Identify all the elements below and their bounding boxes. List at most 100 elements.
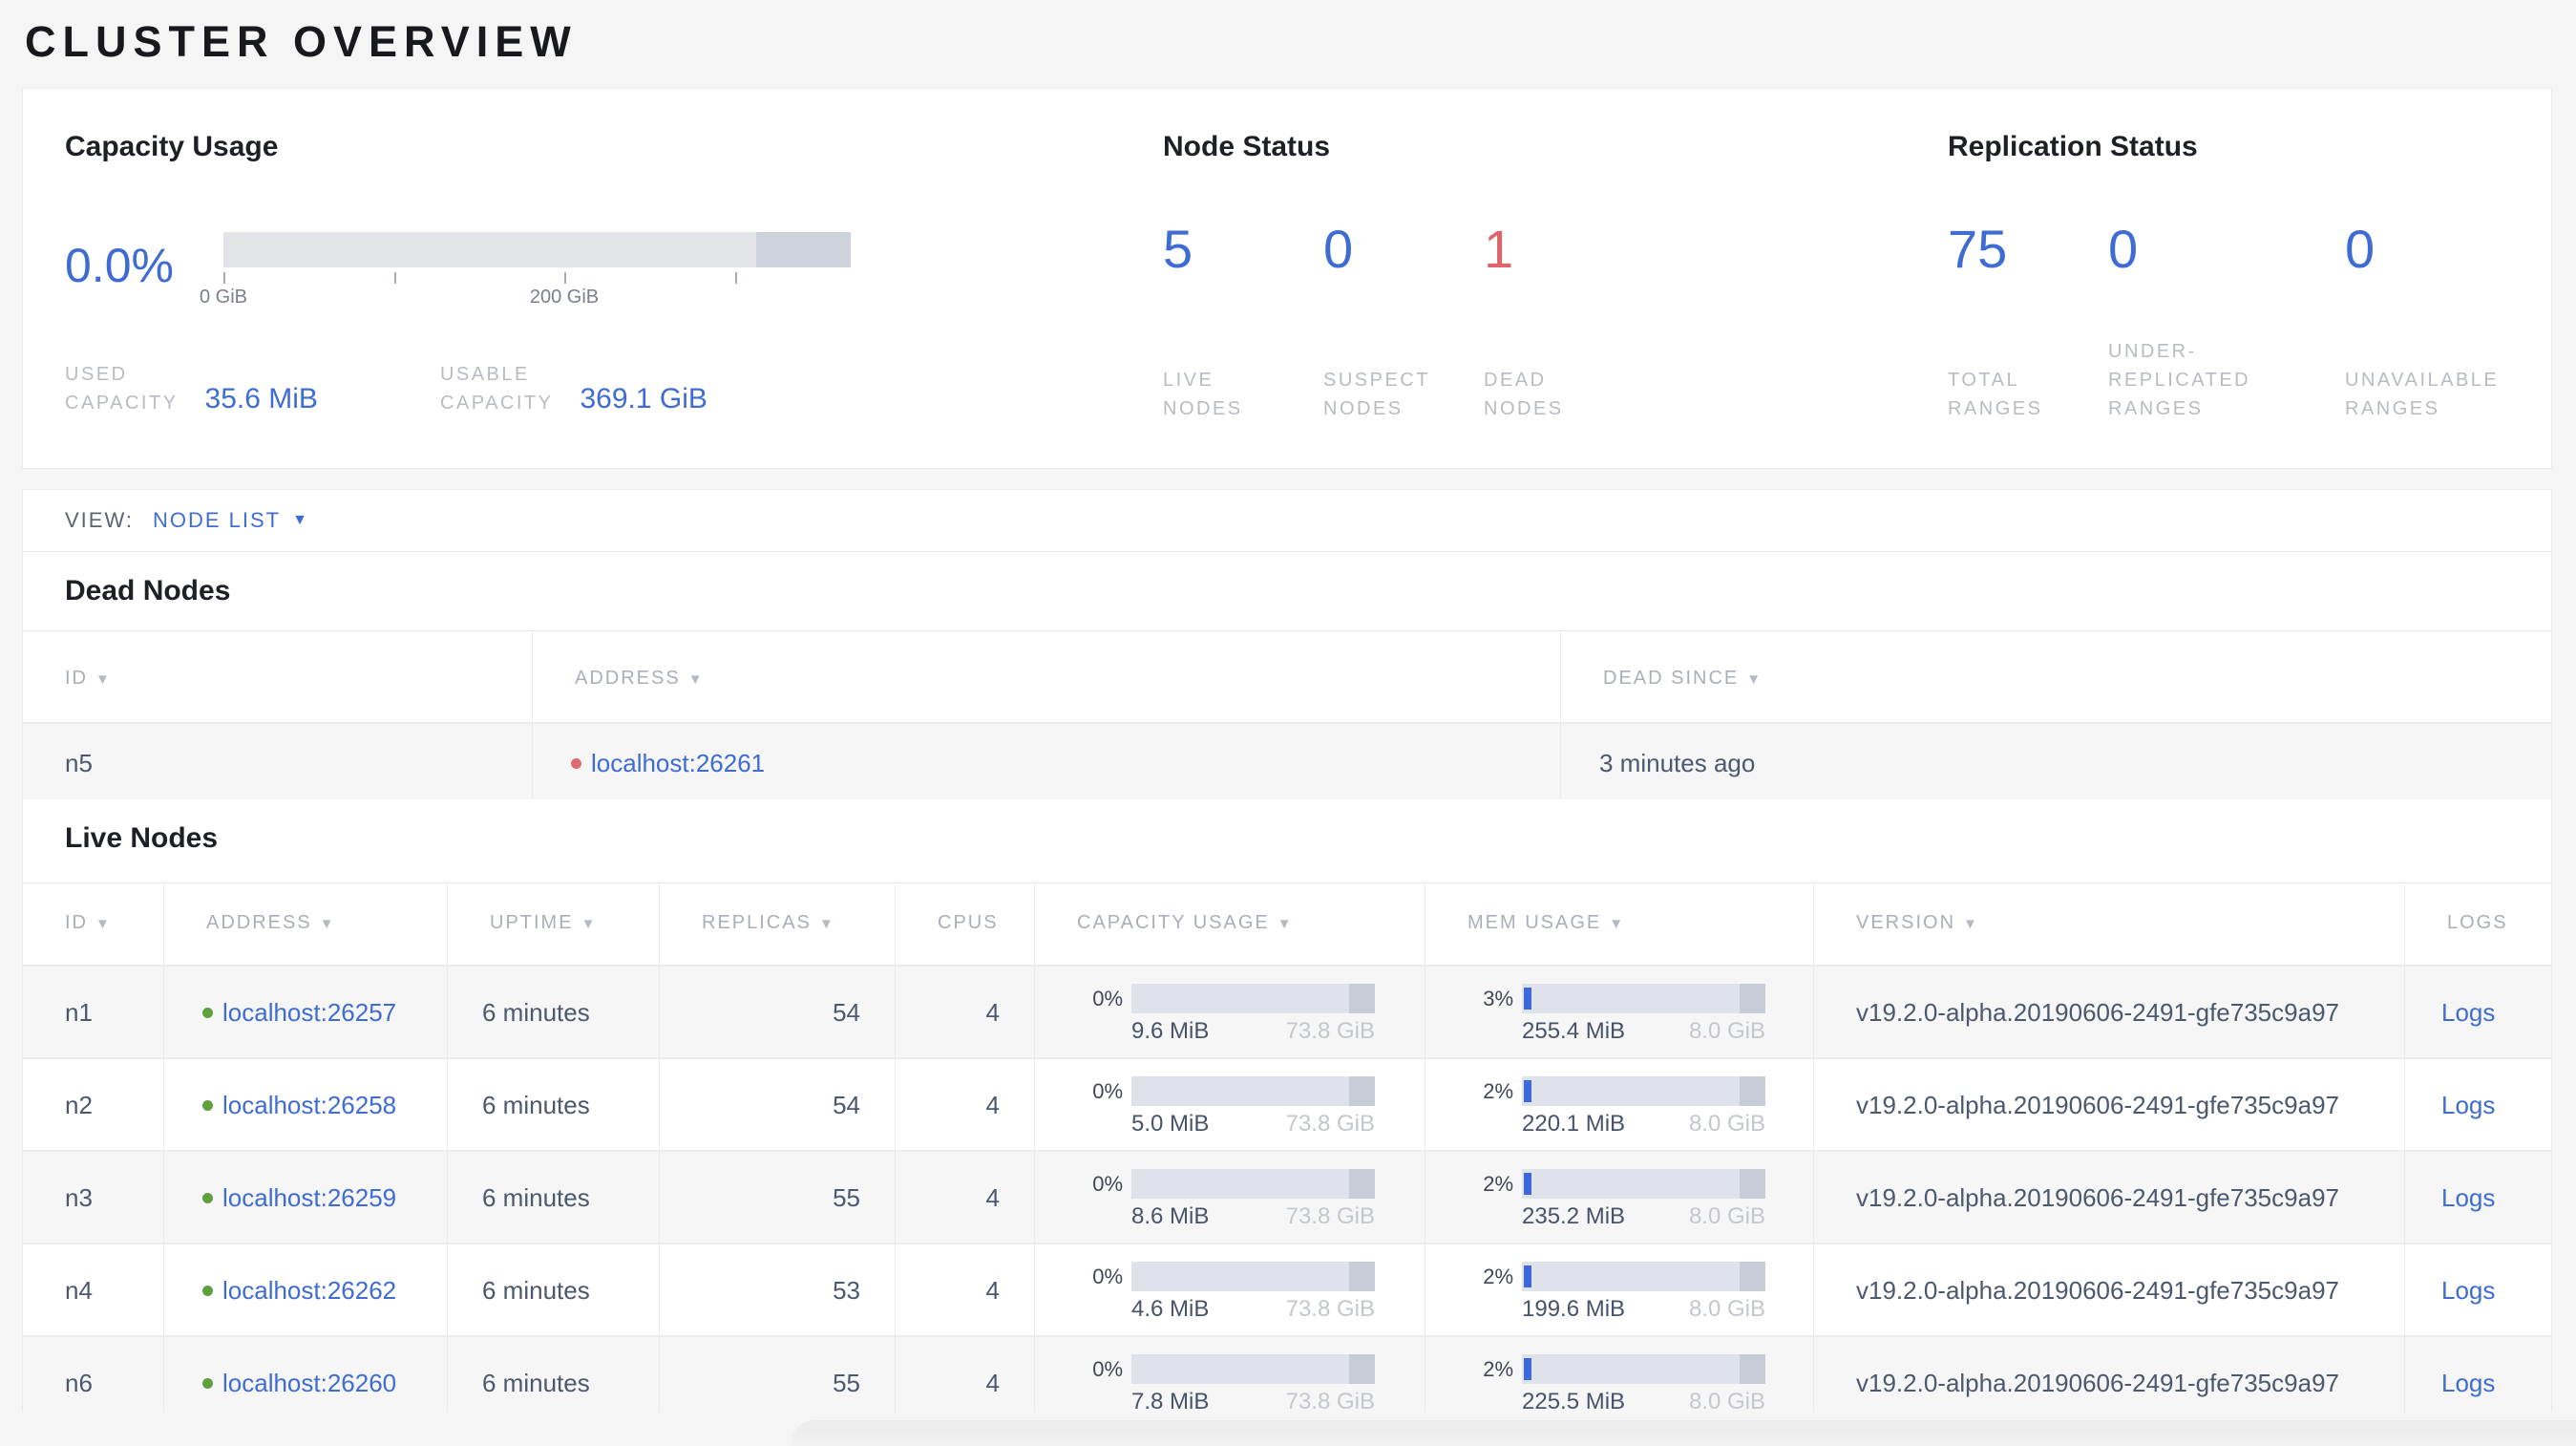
table-row: n4 localhost:26262 6 minutes 53 4 0% 4.6 MiB 73… [23,1243,2551,1335]
cpus-cell: 4 [896,1058,1035,1150]
logs-link[interactable]: Logs [2441,1091,2495,1119]
address-cell: localhost:26261 [533,723,1561,799]
memory-usage-percent: 2% [1483,1357,1513,1381]
dead-since-cell: 3 minutes ago [1561,723,2551,799]
node-status-stat: 0 SUSPECT NODES [1323,223,1484,423]
address-cell: localhost:26257 [164,966,448,1057]
used-capacity-label: USED CAPACITY [65,364,179,414]
node-id-cell: n3 [23,1151,164,1243]
column-header-label: VERSION [1856,912,1956,933]
memory-usage-bar [1522,1262,1765,1291]
sort-desc-icon: ▼ [319,916,336,932]
sort-desc-icon: ▼ [581,916,598,932]
logs-link[interactable]: Logs [2441,1183,2495,1212]
logs-cell: Logs [2405,1151,2551,1243]
sort-desc-icon: ▼ [95,916,112,932]
capacity-used-value: 9.6 MiB [1131,1018,1210,1044]
dead-status-dot-icon [571,758,581,769]
address-link[interactable]: localhost:26257 [222,998,396,1028]
cpus-cell: 4 [896,966,1035,1057]
capacity-used-value: 4.6 MiB [1131,1296,1210,1322]
live-status-dot-icon [202,1286,213,1296]
memory-usage-bar-dark-segment [1740,1262,1765,1291]
capacity-gauge: 0 GiB 200 GiB [200,232,851,309]
column-header-version[interactable]: VERSION ▼ [1814,883,2405,965]
live-nodes-table-body: n1 localhost:26257 6 minutes 54 4 0% 9.6 MiB 73… [23,965,2551,1413]
cpus-cell: 4 [896,1336,1035,1413]
memory-usage-bar-dark-segment [1740,1169,1765,1199]
replicas-cell: 53 [660,1244,896,1335]
column-header-label: DEAD SINCE [1603,668,1740,689]
bottom-shade [791,1420,2576,1446]
replicas-cell: 55 [660,1336,896,1413]
capacity-usage-cell: 0% 9.6 MiB 73.8 GiB [1035,966,1425,1057]
capacity-used-value: 5.0 MiB [1131,1111,1210,1137]
address-link[interactable]: localhost:26258 [222,1091,396,1120]
column-header-replicas[interactable]: REPLICAS ▼ [660,883,896,965]
memory-usage-cell: 2% 220.1 MiB 8.0 GiB [1425,1058,1814,1150]
column-header-address[interactable]: ADDRESS ▼ [164,883,448,965]
capacity-usage-bar [1131,1262,1375,1291]
logs-link[interactable]: Logs [2441,1369,2495,1397]
table-row: n5 localhost:26261 3 minutes ago [23,722,2551,799]
node-status-stat-label: SUSPECT NODES [1323,370,1430,419]
logs-link[interactable]: Logs [2441,1276,2495,1305]
capacity-usage-bar [1131,1354,1375,1384]
memory-usage-cell: 2% 235.2 MiB 8.0 GiB [1425,1151,1814,1243]
address-link[interactable]: localhost:26259 [222,1183,396,1213]
column-header-uptime[interactable]: UPTIME ▼ [448,883,660,965]
column-header-logs: LOGS [2405,883,2551,965]
memory-usage-cell: 2% 199.6 MiB 8.0 GiB [1425,1244,1814,1335]
capacity-usage-section: Capacity Usage 0.0% 0 GiB 200 GiB USED CA… [65,131,851,417]
column-header-id[interactable]: ID ▼ [23,883,164,965]
view-bar: VIEW: NODE LIST ▼ [23,490,2551,552]
capacity-gauge-ticks [223,267,851,284]
memory-used-value: 225.5 MiB [1522,1389,1626,1413]
column-header-id[interactable]: ID ▼ [23,631,533,722]
memory-usage-bar-fill [1524,1358,1531,1380]
page-title: CLUSTER OVERVIEW [25,17,578,66]
memory-total-value: 8.0 GiB [1688,1296,1765,1322]
memory-usage-bar [1522,1076,1765,1106]
column-header-dead-since[interactable]: DEAD SINCE ▼ [1561,631,2551,722]
memory-usage-cell: 3% 255.4 MiB 8.0 GiB [1425,966,1814,1057]
node-status-stat: 5 LIVE NODES [1163,223,1323,423]
version-cell: v19.2.0-alpha.20190606-2491-gfe735c9a97 [1814,1151,2405,1243]
address-cell: localhost:26262 [164,1244,448,1335]
memory-used-value: 235.2 MiB [1522,1203,1626,1229]
address-cell: localhost:26258 [164,1058,448,1150]
table-row: n3 localhost:26259 6 minutes 55 4 0% 8.6 MiB 73… [23,1150,2551,1243]
capacity-usage-bar-dark-segment [1349,1354,1375,1384]
replication-stat-label: TOTAL RANGES [1948,370,2043,419]
memory-usage-bar [1522,1354,1765,1384]
version-cell: v19.2.0-alpha.20190606-2491-gfe735c9a97 [1814,1058,2405,1150]
memory-total-value: 8.0 GiB [1688,1203,1765,1229]
address-link[interactable]: localhost:26261 [591,749,765,778]
replication-stat-value: 0 [2345,219,2375,279]
dead-nodes-table-body: n5 localhost:26261 3 minutes ago [23,722,2551,799]
column-header-label: MEM USAGE [1467,912,1602,933]
node-id-cell: n1 [23,966,164,1057]
node-status-stat-value: 5 [1163,219,1193,279]
memory-usage-cell: 2% 225.5 MiB 8.0 GiB [1425,1336,1814,1413]
memory-usage-percent: 2% [1483,1172,1513,1196]
column-header-address[interactable]: ADDRESS ▼ [533,631,1561,722]
uptime-cell: 6 minutes [448,966,660,1057]
replication-stat: 0 UNAVAILABLE RANGES [2345,223,2553,423]
logs-link[interactable]: Logs [2441,998,2495,1027]
usable-capacity-value: 369.1 GiB [580,383,707,415]
view-dropdown[interactable]: NODE LIST ▼ [153,508,307,533]
column-header-label: UPTIME [490,912,574,933]
live-status-dot-icon [202,1193,213,1203]
uptime-cell: 6 minutes [448,1058,660,1150]
capacity-gauge-dark-segment [756,232,851,267]
column-header-mem-usage[interactable]: MEM USAGE ▼ [1425,883,1814,965]
memory-used-value: 220.1 MiB [1522,1111,1626,1137]
uptime-cell: 6 minutes [448,1336,660,1413]
column-header-label: LOGS [2447,912,2508,933]
column-header-capacity-usage[interactable]: CAPACITY USAGE ▼ [1035,883,1425,965]
address-link[interactable]: localhost:26260 [222,1369,396,1398]
nodes-card: VIEW: NODE LIST ▼ Dead Nodes ID ▼ ADDRESS ▼… [23,490,2551,1413]
view-selected-value[interactable]: NODE LIST [153,508,281,533]
address-link[interactable]: localhost:26262 [222,1276,396,1306]
